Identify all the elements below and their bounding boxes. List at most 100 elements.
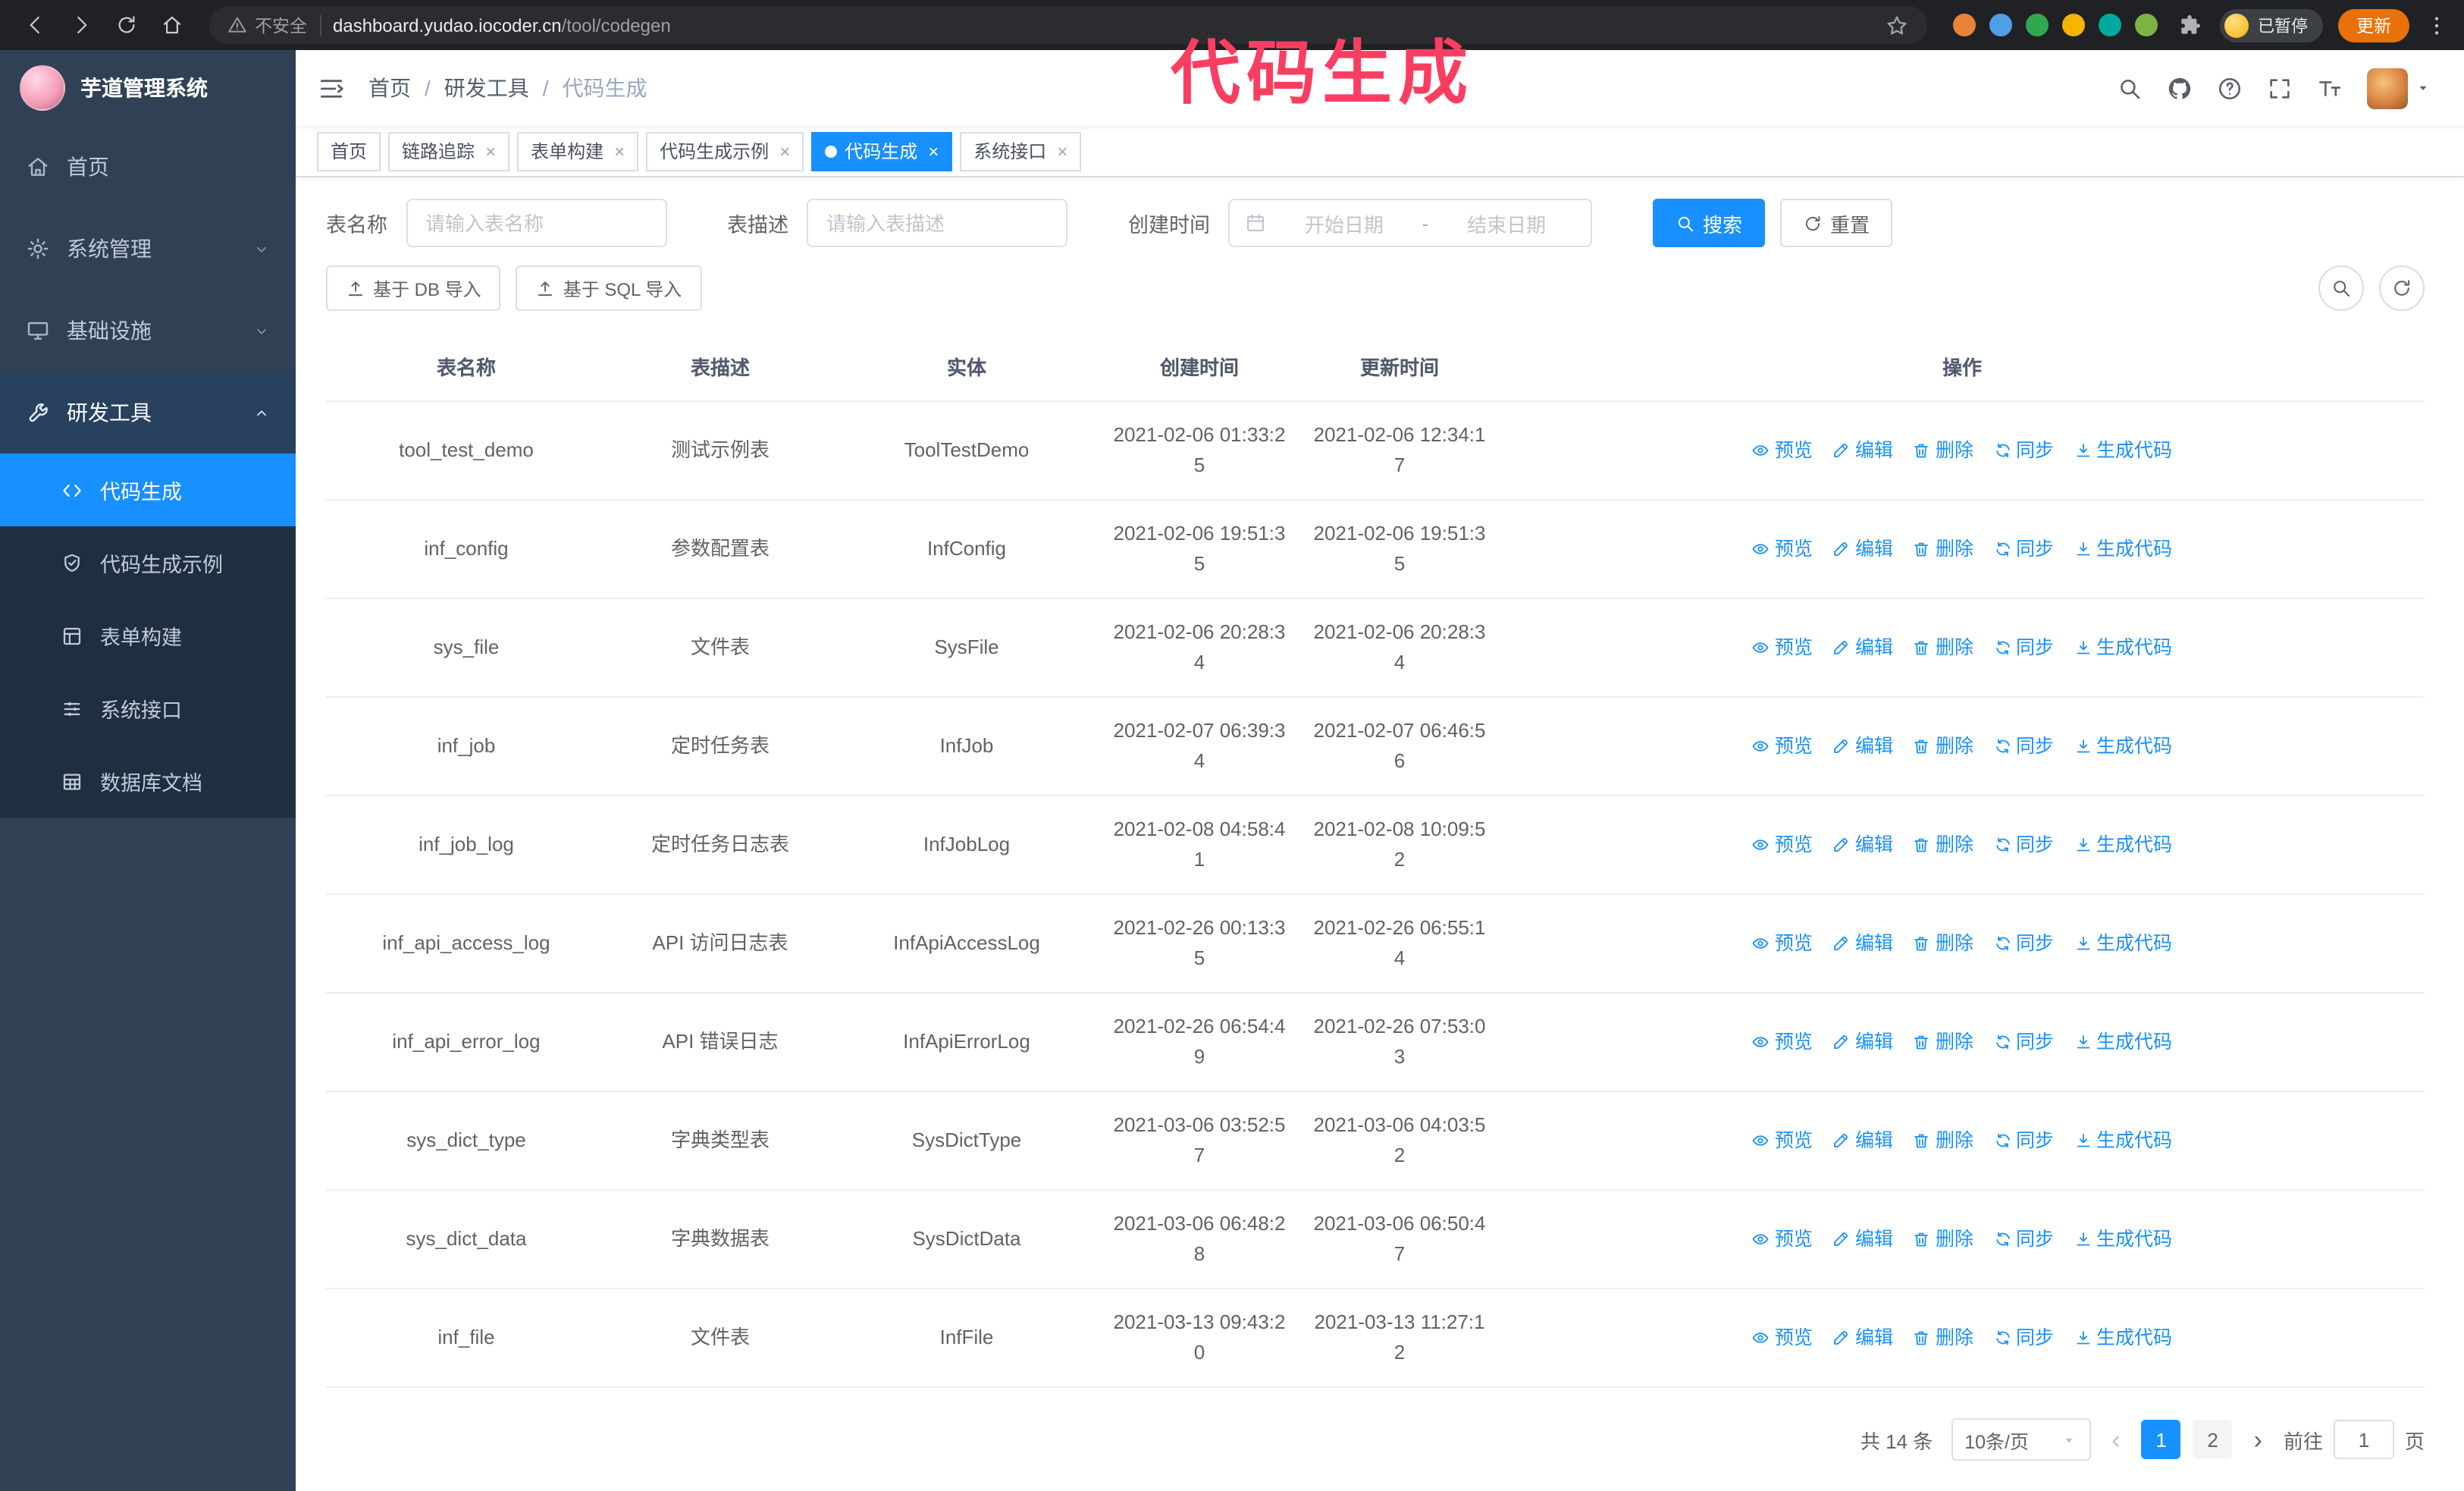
reset-button[interactable]: 重置 (1780, 199, 1893, 247)
action-preview[interactable]: 预览 (1752, 1125, 1813, 1156)
action-sync[interactable]: 同步 (1993, 1125, 2054, 1156)
action-delete[interactable]: 删除 (1913, 632, 1973, 663)
profile-paused-chip[interactable]: 已暂停 (2220, 8, 2323, 42)
tab-close-icon[interactable]: × (485, 142, 496, 160)
action-generate-code[interactable]: 生成代码 (2074, 534, 2172, 564)
browser-menu-icon[interactable] (2425, 13, 2449, 37)
next-page-button[interactable]: › (2251, 1427, 2265, 1452)
action-edit[interactable]: 编辑 (1832, 1125, 1893, 1156)
sidebar-item-infra[interactable]: 基础设施 (0, 290, 296, 372)
toggle-search-button[interactable] (2318, 265, 2364, 311)
import-db-button[interactable]: 基于 DB 导入 (326, 265, 501, 311)
extensions-puzzle-icon[interactable] (2177, 13, 2202, 37)
app-logo[interactable]: 芋道管理系统 (0, 50, 296, 126)
action-edit[interactable]: 编辑 (1832, 830, 1893, 860)
action-preview[interactable]: 预览 (1752, 1224, 1813, 1254)
action-edit[interactable]: 编辑 (1832, 1027, 1893, 1057)
action-edit[interactable]: 编辑 (1832, 435, 1893, 466)
action-delete[interactable]: 删除 (1913, 1224, 1973, 1254)
extension-icon[interactable] (1953, 14, 1976, 36)
action-sync[interactable]: 同步 (1993, 435, 2054, 466)
font-size-icon[interactable] (2317, 75, 2343, 101)
breadcrumb-dev-tools[interactable]: 研发工具 (444, 73, 529, 103)
action-edit[interactable]: 编辑 (1832, 731, 1893, 761)
extension-icon[interactable] (2026, 14, 2049, 36)
action-delete[interactable]: 删除 (1913, 534, 1973, 564)
tab-item[interactable]: 代码生成示例 × (646, 131, 804, 171)
address-bar[interactable]: 不安全 dashboard.yudao.iocoder.cn/tool/code… (209, 6, 1927, 44)
tab-close-icon[interactable]: × (779, 142, 790, 160)
extension-icon[interactable] (2099, 14, 2121, 36)
action-edit[interactable]: 编辑 (1832, 1323, 1893, 1353)
action-sync[interactable]: 同步 (1993, 928, 2054, 959)
tab-close-icon[interactable]: × (614, 142, 625, 160)
tab-close-icon[interactable]: × (1057, 142, 1067, 160)
sidebar-item-dev-tools[interactable]: 研发工具 (0, 372, 296, 454)
action-delete[interactable]: 删除 (1913, 928, 1973, 959)
action-delete[interactable]: 删除 (1913, 1125, 1973, 1156)
action-preview[interactable]: 预览 (1752, 1027, 1813, 1057)
action-edit[interactable]: 编辑 (1832, 928, 1893, 959)
table-desc-input[interactable] (807, 199, 1067, 247)
tab-item[interactable]: 表单构建 × (517, 131, 639, 171)
date-range-picker[interactable]: 开始日期 - 结束日期 (1228, 199, 1592, 247)
user-menu[interactable] (2367, 67, 2431, 108)
browser-forward-button[interactable] (61, 5, 100, 45)
fullscreen-icon[interactable] (2267, 75, 2293, 101)
action-sync[interactable]: 同步 (1993, 1027, 2054, 1057)
sidebar-subitem-codegen-example[interactable]: 代码生成示例 (0, 526, 296, 599)
action-delete[interactable]: 删除 (1913, 435, 1973, 466)
action-delete[interactable]: 删除 (1913, 731, 1973, 761)
sidebar-item-home[interactable]: 首页 (0, 126, 296, 208)
action-sync[interactable]: 同步 (1993, 632, 2054, 663)
extension-icon[interactable] (2062, 14, 2085, 36)
browser-update-button[interactable]: 更新 (2338, 8, 2409, 42)
action-delete[interactable]: 删除 (1913, 1027, 1973, 1057)
goto-page-input[interactable] (2333, 1420, 2394, 1459)
search-icon[interactable] (2117, 75, 2143, 101)
tab-close-icon[interactable]: × (928, 142, 939, 160)
tab-item[interactable]: 链路追踪 × (388, 131, 510, 171)
action-preview[interactable]: 预览 (1752, 928, 1813, 959)
sidebar-subitem-db-doc[interactable]: 数据库文档 (0, 745, 296, 818)
page-size-select[interactable]: 10条/页 (1951, 1418, 2091, 1461)
hamburger-icon[interactable] (317, 74, 346, 102)
search-button[interactable]: 搜索 (1653, 199, 1766, 247)
action-preview[interactable]: 预览 (1752, 632, 1813, 663)
tab-item[interactable]: 系统接口 × (960, 131, 1082, 171)
help-icon[interactable] (2217, 75, 2243, 101)
import-sql-button[interactable]: 基于 SQL 导入 (516, 265, 702, 311)
browser-home-button[interactable] (152, 5, 191, 45)
action-edit[interactable]: 编辑 (1832, 534, 1893, 564)
action-generate-code[interactable]: 生成代码 (2074, 1224, 2172, 1254)
sidebar-subitem-codegen[interactable]: 代码生成 (0, 454, 296, 526)
action-edit[interactable]: 编辑 (1832, 1224, 1893, 1254)
action-preview[interactable]: 预览 (1752, 534, 1813, 564)
extension-icon[interactable] (1989, 14, 2012, 36)
action-sync[interactable]: 同步 (1993, 1323, 2054, 1353)
action-generate-code[interactable]: 生成代码 (2074, 830, 2172, 860)
browser-reload-button[interactable] (106, 5, 146, 45)
action-delete[interactable]: 删除 (1913, 1323, 1973, 1353)
action-preview[interactable]: 预览 (1752, 1323, 1813, 1353)
action-generate-code[interactable]: 生成代码 (2074, 1125, 2172, 1156)
extension-icon[interactable] (2135, 14, 2158, 36)
action-preview[interactable]: 预览 (1752, 435, 1813, 466)
table-name-input[interactable] (406, 199, 666, 247)
action-generate-code[interactable]: 生成代码 (2074, 632, 2172, 663)
breadcrumb-home[interactable]: 首页 (368, 73, 411, 103)
action-preview[interactable]: 预览 (1752, 830, 1813, 860)
github-icon[interactable] (2167, 75, 2193, 101)
tab-item[interactable]: 首页 (317, 131, 381, 171)
sidebar-subitem-system-api[interactable]: 系统接口 (0, 672, 296, 745)
action-sync[interactable]: 同步 (1993, 830, 2054, 860)
action-preview[interactable]: 预览 (1752, 731, 1813, 761)
action-edit[interactable]: 编辑 (1832, 632, 1893, 663)
action-sync[interactable]: 同步 (1993, 731, 2054, 761)
action-generate-code[interactable]: 生成代码 (2074, 1027, 2172, 1057)
bookmark-star-icon[interactable] (1885, 13, 1909, 37)
action-generate-code[interactable]: 生成代码 (2074, 928, 2172, 959)
action-delete[interactable]: 删除 (1913, 830, 1973, 860)
page-number-1[interactable]: 1 (2141, 1420, 2181, 1459)
refresh-table-button[interactable] (2379, 265, 2425, 311)
